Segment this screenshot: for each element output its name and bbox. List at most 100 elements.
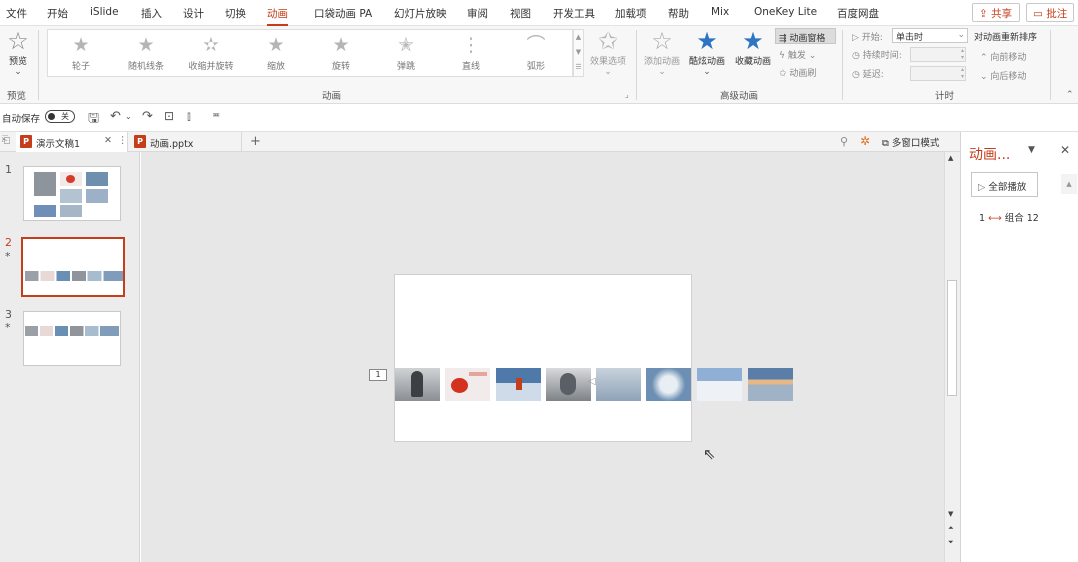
effect-random-bars[interactable]: ★ 随机线条 <box>114 34 178 72</box>
menu-baidu-pan[interactable]: 百度网盘 <box>837 6 879 21</box>
chevron-up-icon: ⌃ <box>980 53 988 63</box>
menu-developer[interactable]: 开发工具 <box>553 6 595 21</box>
collapse-ribbon-icon[interactable]: ⌃ <box>1066 90 1074 100</box>
menu-islide[interactable]: iSlide <box>90 6 119 18</box>
effect-bounce[interactable]: ✭ 弹跳 <box>374 34 438 72</box>
pin-icon[interactable]: ⚲ <box>840 135 848 148</box>
effect-spin[interactable]: ★ 旋转 <box>309 34 373 72</box>
autosave-toggle[interactable]: 关 <box>45 110 75 123</box>
spinner-arrows-icon[interactable]: ▴ ▾ <box>961 47 964 61</box>
more-icon[interactable]: ⋮ <box>118 135 128 146</box>
scroll-up-icon[interactable]: ▲ <box>574 30 583 45</box>
scroll-down-icon[interactable]: ▼ <box>948 510 953 518</box>
previous-slide-icon[interactable]: ⏶ <box>948 524 954 533</box>
slide-thumbnail-3[interactable] <box>23 311 121 366</box>
close-icon[interactable]: ✕ <box>104 135 112 146</box>
new-tab-button[interactable]: + <box>250 134 261 149</box>
photo-frost-flower[interactable] <box>646 368 691 401</box>
effect-options-button[interactable]: ✩ 效果选项 ⌄ <box>588 28 628 77</box>
photo-person-snow[interactable] <box>395 368 440 401</box>
menu-transitions[interactable]: 切换 <box>225 6 246 21</box>
menu-addins[interactable]: 加载项 <box>615 6 647 21</box>
animation-pane-button[interactable]: ⇶ 动画窗格 <box>775 28 836 44</box>
effect-shrink-turn[interactable]: ✫ 收缩并旋转 <box>179 34 243 72</box>
menu-insert[interactable]: 插入 <box>141 6 162 21</box>
slide-thumbnail-1[interactable] <box>23 166 121 221</box>
add-animation-button[interactable]: ☆ 添加动画 ⌄ <box>641 28 683 77</box>
photo-child-snow[interactable] <box>546 368 591 401</box>
close-pane-icon[interactable]: ✕ <box>1060 143 1070 157</box>
photo-snow-sunset[interactable] <box>748 368 793 401</box>
scroll-up-icon[interactable]: ▲ <box>948 154 953 162</box>
selection-handle-icon[interactable]: ◁ <box>588 376 596 387</box>
next-slide-icon[interactable]: ⏷ <box>948 538 954 547</box>
settings-icon[interactable]: ✲ <box>860 134 870 148</box>
tab-list-icon[interactable]: ⎗ <box>2 135 10 146</box>
menu-review[interactable]: 审阅 <box>467 6 488 21</box>
separator <box>38 30 39 100</box>
menu-pocket-animation[interactable]: 口袋动画 PA <box>314 6 372 21</box>
pane-scroll-up-icon[interactable]: ▲ <box>1061 174 1077 194</box>
slide-thumbnail-2[interactable] <box>21 237 125 297</box>
share-button[interactable]: ⇪ 共享 <box>972 3 1020 22</box>
photo-red-berry[interactable] <box>445 368 490 401</box>
chart-icon[interactable]: ⫾ <box>187 109 191 124</box>
bounce-star-icon: ✭ <box>398 34 414 56</box>
animation-pane-title: 动画... <box>969 147 1011 163</box>
gallery-scroll[interactable]: ▲ ▼ ☰ <box>573 29 584 77</box>
delay-spinner[interactable]: ▴ ▾ <box>910 66 966 81</box>
animation-list-item[interactable]: 1 ⟷ 组合 12 <box>979 210 1039 224</box>
comment-button[interactable]: ▭ 批注 <box>1026 3 1074 22</box>
vertical-scrollbar[interactable]: ▲ ▼ ⏶ ⏷ <box>944 152 960 562</box>
menu-mix[interactable]: Mix <box>711 6 729 18</box>
dialog-launcher-icon[interactable]: ⌟ <box>625 90 629 99</box>
move-earlier-button[interactable]: ⌃ 向前移动 <box>980 50 1026 63</box>
save-icon[interactable]: 🖫 <box>88 109 99 131</box>
effect-line[interactable]: ⋮ 直线 <box>439 34 503 72</box>
present-icon[interactable]: ⊡ <box>164 109 174 123</box>
toggle-knob <box>48 113 55 120</box>
slide[interactable] <box>394 274 692 442</box>
pane-options-chevron-icon[interactable]: ▼ <box>1028 145 1035 155</box>
spinner-arrows-icon[interactable]: ▴ ▾ <box>961 66 964 80</box>
tab-animation-pptx[interactable]: P 动画.pptx <box>130 132 242 152</box>
redo-icon[interactable]: ↷ <box>142 109 153 124</box>
menu-slideshow[interactable]: 幻灯片放映 <box>394 6 447 21</box>
effect-zoom[interactable]: ★ 缩放 <box>244 34 308 72</box>
tab-document1[interactable]: P 演示文稿1 ✕ ⋮ <box>16 132 128 152</box>
play-all-button[interactable]: ▷ 全部播放 <box>971 172 1038 197</box>
animation-painter-button[interactable]: ✩ 动画刷 <box>779 66 816 79</box>
customize-qat-icon[interactable]: ≖ <box>212 110 220 121</box>
scrollbar-thumb[interactable] <box>947 280 957 396</box>
duration-label: ◷ 持续时间: <box>852 51 902 61</box>
multiwindow-button[interactable]: ⧉ 多窗口模式 <box>882 135 939 149</box>
menu-design[interactable]: 设计 <box>183 6 204 21</box>
collect-animation-button[interactable]: ★ 收藏动画 <box>731 28 775 67</box>
trigger-button[interactable]: ϟ 触发 ⌄ <box>779 48 816 61</box>
move-later-button[interactable]: ⌄ 向后移动 <box>980 69 1026 82</box>
timing-group-label: 计时 <box>935 91 955 102</box>
menu-onekey[interactable]: OneKey Lite <box>754 6 817 18</box>
menu-animations[interactable]: 动画 <box>267 6 288 26</box>
animation-order-tag[interactable]: 1 <box>369 369 387 381</box>
pptx-icon: P <box>134 135 146 148</box>
preview-button[interactable]: ☆ 预览 ⌄ <box>4 28 32 77</box>
start-select[interactable]: 单击时 ⌄ <box>892 28 968 43</box>
effect-wheel[interactable]: ★ 轮子 <box>49 34 113 72</box>
duration-spinner[interactable]: ▴ ▾ <box>910 47 966 62</box>
scroll-down-icon[interactable]: ▼ <box>574 45 583 60</box>
chevron-down-icon: ⌄ <box>703 67 711 77</box>
spin-star-icon: ★ <box>332 34 350 56</box>
menu-file[interactable]: 文件 <box>6 6 27 21</box>
undo-icon[interactable]: ↶ <box>110 109 121 124</box>
gallery-more-icon[interactable]: ☰ <box>574 60 583 75</box>
photo-frosted-trees[interactable] <box>596 368 641 401</box>
photo-snow-field[interactable] <box>697 368 742 401</box>
photo-skier[interactable] <box>496 368 541 401</box>
menu-home[interactable]: 开始 <box>47 6 68 21</box>
cool-animation-button[interactable]: ★ 酷炫动画 ⌄ <box>686 28 728 77</box>
effect-arc[interactable]: ⌒ 弧形 <box>504 34 568 72</box>
chevron-down-icon[interactable]: ⌄ <box>125 112 132 121</box>
menu-view[interactable]: 视图 <box>510 6 531 21</box>
menu-help[interactable]: 帮助 <box>668 6 689 21</box>
